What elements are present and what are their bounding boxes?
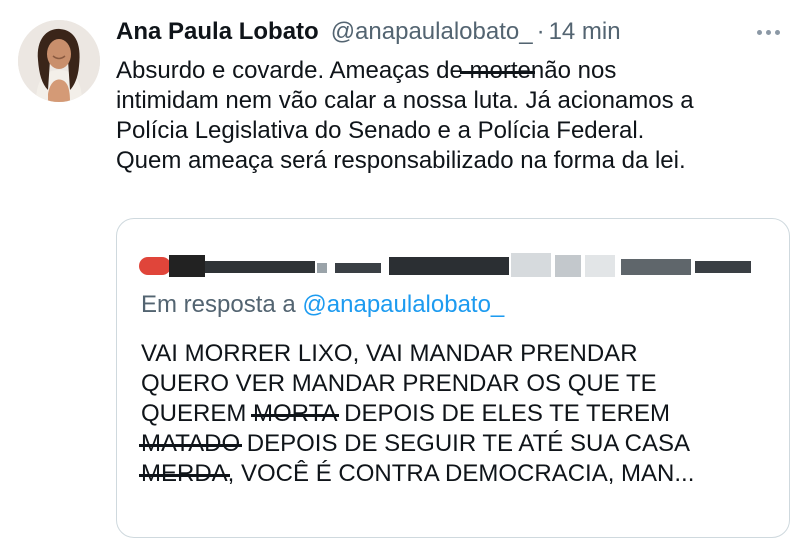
quoted-tweet-text: VAI MORRER LIXO, VAI MANDAR PRENDAR QUER… [138,339,777,489]
more-dots-icon[interactable] [748,18,788,46]
tweet-text: Absurdo e covarde. Ameaças de mortenão n… [116,56,786,176]
quote-segment: QUEREM [141,400,247,427]
struck-word: MATADO [138,430,243,457]
redaction-marks [139,253,751,277]
avatar[interactable] [18,20,100,102]
quote-segment: DEPOIS DE SEGUIR TE ATÉ SUA CASA [246,430,691,457]
tweet-line: Polícia Legislativa do Senado e a Políci… [116,117,645,144]
quote-line: MERDA, VOCÊ É CONTRA DEMOCRACIA, MAN... [139,459,777,489]
tweet-timestamp[interactable]: 14 min [549,18,621,46]
quoted-tweet[interactable]: Em resposta a @anapaulalobato_ VAI MORRE… [116,218,790,538]
struck-word: morte [469,57,531,84]
tweet-line: intimidam nem vão calar a nossa luta. Já… [116,87,694,114]
struck-word: MORTA [251,400,340,427]
reply-context: Em resposta a @anapaulalobato_ [141,291,504,319]
tweet-header: Ana Paula Lobato @anapaulalobato_ · 14 m… [116,18,780,52]
quote-segment: , VOCÊ É CONTRA DEMOCRACIA, MAN... [227,460,695,487]
quote-line: QUEREM MORTA DEPOIS DE ELES TE TEREM [141,399,777,429]
quote-line: VAI MORRER LIXO, VAI MANDAR PRENDAR [141,340,638,367]
tweet-line: Absurdo e covarde. Ameaças de mortenão n… [116,56,786,86]
redacted-quoted-author [139,249,759,279]
quote-segment: DEPOIS DE ELES TE TEREM [344,400,671,427]
quote-line: MATADO DEPOIS DE SEGUIR TE ATÉ SUA CASA [138,429,777,459]
separator-dot: · [536,18,545,45]
tweet-text-segment: Absurdo e covarde. Ameaças de [116,57,463,84]
author-handle[interactable]: @anapaulalobato_ [331,18,533,46]
struck-word: MERDA [139,460,230,487]
reply-mention-link[interactable]: @anapaulalobato_ [302,291,504,318]
tweet-text-segment: não nos [530,57,617,84]
avatar-image [18,20,100,102]
tweet-line: Quem ameaça será responsabilizado na for… [116,147,686,174]
quote-line: QUERO VER MANDAR PRENDAR OS QUE TE [141,370,657,397]
reply-prefix: Em resposta a [141,291,296,318]
author-name[interactable]: Ana Paula Lobato [116,18,319,46]
